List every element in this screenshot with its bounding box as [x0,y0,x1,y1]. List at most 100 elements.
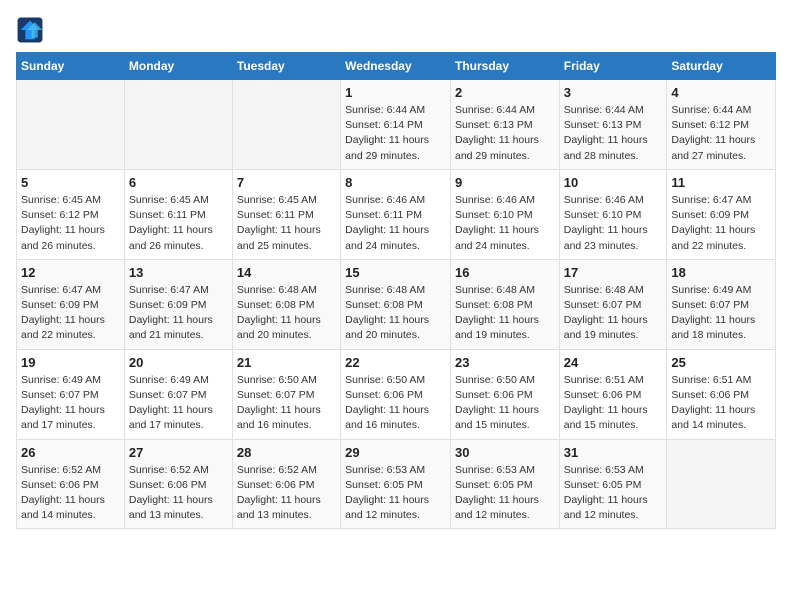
calendar-cell: 16 Sunrise: 6:48 AM Sunset: 6:08 PM Dayli… [450,259,559,349]
calendar-cell: 11Sunrise: 6:47 AM Sunset: 6:09 PM Dayli… [667,169,776,259]
day-number: 9 [455,175,555,190]
day-number: 1 [345,85,446,100]
day-info: Sunrise: 6:51 AM Sunset: 6:06 PM Dayligh… [671,373,771,434]
day-info: Sunrise: 6:47 AM Sunset: 6:09 PM Dayligh… [671,193,771,254]
day-info: Sunrise: 6:47 AM Sunset: 6:09 PM Dayligh… [21,283,120,344]
day-number: 5 [21,175,120,190]
calendar-cell: 6 Sunrise: 6:45 AM Sunset: 6:11 PM Daylig… [124,169,232,259]
day-info: Sunrise: 6:48 AM Sunset: 6:08 PM Dayligh… [237,283,336,344]
day-info: Sunrise: 6:50 AM Sunset: 6:07 PM Dayligh… [237,373,336,434]
day-info: Sunrise: 6:46 AM Sunset: 6:10 PM Dayligh… [564,193,663,254]
calendar-cell [667,439,776,529]
day-number: 28 [237,445,336,460]
weekday-header-sunday: Sunday [17,53,125,80]
day-number: 29 [345,445,446,460]
weekday-header-tuesday: Tuesday [232,53,340,80]
day-number: 4 [671,85,771,100]
day-number: 6 [129,175,228,190]
calendar-cell: 10 Sunrise: 6:46 AM Sunset: 6:10 PM Dayli… [559,169,667,259]
calendar-cell: 1 Sunrise: 6:44 AM Sunset: 6:14 PM Daylig… [341,80,451,170]
logo [16,16,46,44]
day-info: Sunrise: 6:48 AM Sunset: 6:08 PM Dayligh… [455,283,555,344]
day-info: Sunrise: 6:44 AM Sunset: 6:13 PM Dayligh… [455,103,555,164]
calendar-cell: 19Sunrise: 6:49 AM Sunset: 6:07 PM Dayli… [17,349,125,439]
weekday-header-saturday: Saturday [667,53,776,80]
day-info: Sunrise: 6:53 AM Sunset: 6:05 PM Dayligh… [455,463,555,524]
day-number: 3 [564,85,663,100]
day-info: Sunrise: 6:44 AM Sunset: 6:12 PM Dayligh… [671,103,771,164]
day-info: Sunrise: 6:46 AM Sunset: 6:10 PM Dayligh… [455,193,555,254]
calendar-week-row: 5 Sunrise: 6:45 AM Sunset: 6:12 PM Daylig… [17,169,776,259]
day-number: 25 [671,355,771,370]
calendar-cell: 20 Sunrise: 6:49 AM Sunset: 6:07 PM Dayli… [124,349,232,439]
day-info: Sunrise: 6:52 AM Sunset: 6:06 PM Dayligh… [21,463,120,524]
day-info: Sunrise: 6:44 AM Sunset: 6:13 PM Dayligh… [564,103,663,164]
calendar-cell: 14 Sunrise: 6:48 AM Sunset: 6:08 PM Dayli… [232,259,340,349]
day-info: Sunrise: 6:47 AM Sunset: 6:09 PM Dayligh… [129,283,228,344]
calendar-cell [17,80,125,170]
day-number: 27 [129,445,228,460]
day-number: 22 [345,355,446,370]
calendar-cell [124,80,232,170]
day-info: Sunrise: 6:53 AM Sunset: 6:05 PM Dayligh… [345,463,446,524]
day-number: 7 [237,175,336,190]
calendar-week-row: 19Sunrise: 6:49 AM Sunset: 6:07 PM Dayli… [17,349,776,439]
calendar-cell: 17Sunrise: 6:48 AM Sunset: 6:07 PM Dayli… [559,259,667,349]
calendar-cell: 27 Sunrise: 6:52 AM Sunset: 6:06 PM Dayli… [124,439,232,529]
day-number: 26 [21,445,120,460]
logo-icon [16,16,44,44]
calendar-cell: 28 Sunrise: 6:52 AM Sunset: 6:06 PM Dayli… [232,439,340,529]
calendar-cell: 23Sunrise: 6:50 AM Sunset: 6:06 PM Dayli… [450,349,559,439]
calendar-cell: 29 Sunrise: 6:53 AM Sunset: 6:05 PM Dayli… [341,439,451,529]
calendar-cell: 26 Sunrise: 6:52 AM Sunset: 6:06 PM Dayli… [17,439,125,529]
weekday-header-wednesday: Wednesday [341,53,451,80]
calendar-cell: 2Sunrise: 6:44 AM Sunset: 6:13 PM Daylig… [450,80,559,170]
calendar-cell: 9 Sunrise: 6:46 AM Sunset: 6:10 PM Daylig… [450,169,559,259]
day-number: 15 [345,265,446,280]
day-number: 18 [671,265,771,280]
page-header [16,16,776,44]
weekday-header-monday: Monday [124,53,232,80]
calendar-body: 1 Sunrise: 6:44 AM Sunset: 6:14 PM Daylig… [17,80,776,529]
day-info: Sunrise: 6:52 AM Sunset: 6:06 PM Dayligh… [129,463,228,524]
weekday-header-thursday: Thursday [450,53,559,80]
day-number: 20 [129,355,228,370]
day-number: 12 [21,265,120,280]
day-number: 8 [345,175,446,190]
calendar-cell: 21 Sunrise: 6:50 AM Sunset: 6:07 PM Dayli… [232,349,340,439]
day-number: 10 [564,175,663,190]
day-number: 16 [455,265,555,280]
calendar-week-row: 1 Sunrise: 6:44 AM Sunset: 6:14 PM Daylig… [17,80,776,170]
calendar-cell: 22Sunrise: 6:50 AM Sunset: 6:06 PM Dayli… [341,349,451,439]
calendar-cell: 5 Sunrise: 6:45 AM Sunset: 6:12 PM Daylig… [17,169,125,259]
day-info: Sunrise: 6:49 AM Sunset: 6:07 PM Dayligh… [129,373,228,434]
day-info: Sunrise: 6:49 AM Sunset: 6:07 PM Dayligh… [21,373,120,434]
weekday-header-row: SundayMondayTuesdayWednesdayThursdayFrid… [17,53,776,80]
weekday-header-friday: Friday [559,53,667,80]
calendar-cell: 4 Sunrise: 6:44 AM Sunset: 6:12 PM Daylig… [667,80,776,170]
day-info: Sunrise: 6:53 AM Sunset: 6:05 PM Dayligh… [564,463,663,524]
day-number: 31 [564,445,663,460]
day-info: Sunrise: 6:48 AM Sunset: 6:07 PM Dayligh… [564,283,663,344]
day-info: Sunrise: 6:45 AM Sunset: 6:12 PM Dayligh… [21,193,120,254]
day-info: Sunrise: 6:44 AM Sunset: 6:14 PM Dayligh… [345,103,446,164]
calendar-cell: 18 Sunrise: 6:49 AM Sunset: 6:07 PM Dayli… [667,259,776,349]
day-number: 23 [455,355,555,370]
day-number: 21 [237,355,336,370]
day-number: 14 [237,265,336,280]
calendar-cell: 7Sunrise: 6:45 AM Sunset: 6:11 PM Daylig… [232,169,340,259]
calendar-cell: 15 Sunrise: 6:48 AM Sunset: 6:08 PM Dayli… [341,259,451,349]
calendar-cell [232,80,340,170]
day-info: Sunrise: 6:45 AM Sunset: 6:11 PM Dayligh… [129,193,228,254]
calendar-week-row: 12 Sunrise: 6:47 AM Sunset: 6:09 PM Dayli… [17,259,776,349]
calendar-cell: 8Sunrise: 6:46 AM Sunset: 6:11 PM Daylig… [341,169,451,259]
day-number: 13 [129,265,228,280]
day-number: 30 [455,445,555,460]
day-info: Sunrise: 6:51 AM Sunset: 6:06 PM Dayligh… [564,373,663,434]
day-info: Sunrise: 6:52 AM Sunset: 6:06 PM Dayligh… [237,463,336,524]
day-info: Sunrise: 6:49 AM Sunset: 6:07 PM Dayligh… [671,283,771,344]
calendar-cell: 30 Sunrise: 6:53 AM Sunset: 6:05 PM Dayli… [450,439,559,529]
calendar-cell: 25 Sunrise: 6:51 AM Sunset: 6:06 PM Dayli… [667,349,776,439]
day-info: Sunrise: 6:48 AM Sunset: 6:08 PM Dayligh… [345,283,446,344]
calendar-cell: 3 Sunrise: 6:44 AM Sunset: 6:13 PM Daylig… [559,80,667,170]
